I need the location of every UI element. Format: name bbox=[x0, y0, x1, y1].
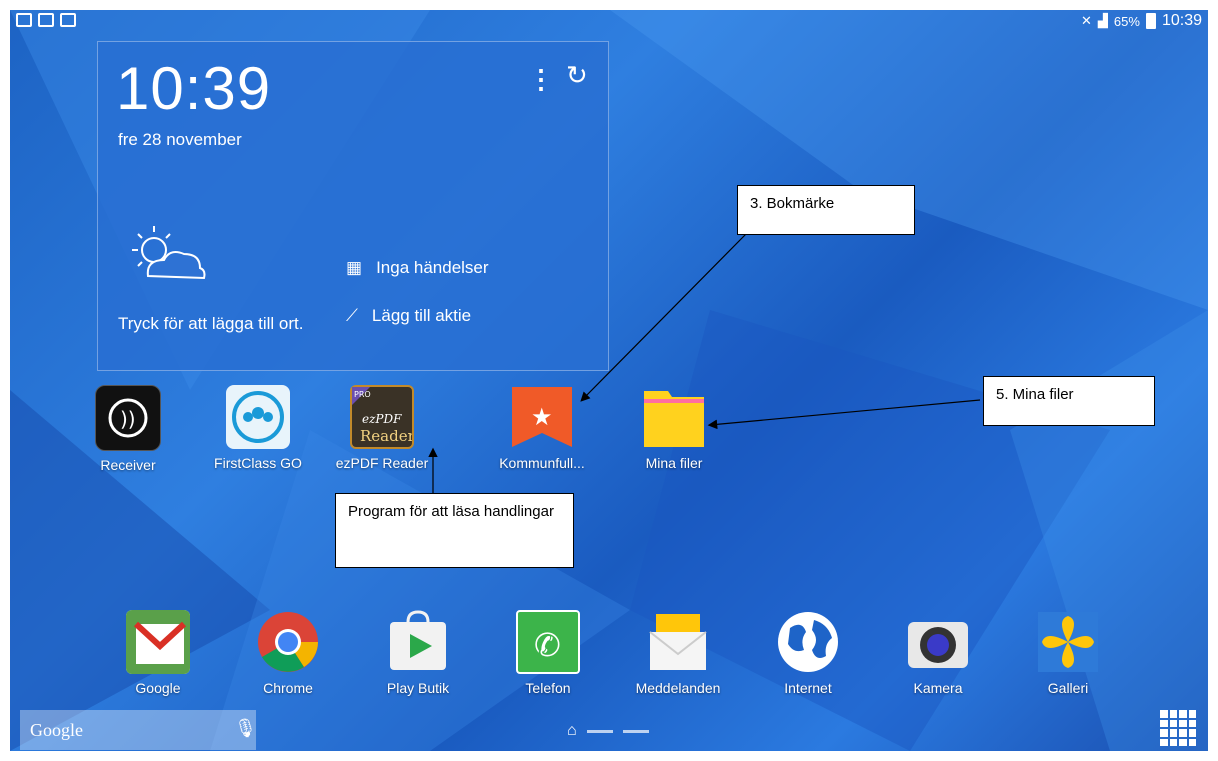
gmail-icon bbox=[126, 610, 190, 674]
dock-chrome[interactable]: Chrome bbox=[240, 610, 336, 696]
google-search-bar[interactable]: Google 🎙 bbox=[20, 710, 257, 750]
messages-icon bbox=[646, 610, 710, 674]
home-icon[interactable]: ⌂ bbox=[567, 722, 577, 740]
apps-grid-icon[interactable] bbox=[1160, 710, 1196, 746]
phone-icon: ✆ bbox=[516, 610, 580, 674]
page-dot[interactable] bbox=[622, 729, 649, 733]
dock-telefon[interactable]: ✆ Telefon bbox=[500, 610, 596, 696]
dock-meddelanden[interactable]: Meddelanden bbox=[630, 610, 726, 696]
page-dot[interactable] bbox=[586, 729, 613, 733]
camera-icon bbox=[906, 610, 970, 674]
page-indicator[interactable]: ⌂ bbox=[567, 722, 649, 740]
callout-bookmark: 3. Bokmärke bbox=[737, 185, 915, 235]
home-screen: ✕ ▟ 65% 10:39 10:39 fre 28 november ⋮ ↻ … bbox=[10, 10, 1208, 751]
callout-reader: Program för att läsa handlingar bbox=[335, 493, 574, 568]
callout-files: 5. Mina filer bbox=[983, 376, 1155, 426]
dock-google[interactable]: Google bbox=[110, 610, 206, 696]
gallery-icon bbox=[1036, 610, 1100, 674]
dock-internet[interactable]: Internet bbox=[760, 610, 856, 696]
play-store-icon bbox=[386, 610, 450, 674]
globe-icon bbox=[776, 610, 840, 674]
dock-kamera[interactable]: Kamera bbox=[890, 610, 986, 696]
google-logo: Google bbox=[30, 720, 83, 740]
dock-play-butik[interactable]: Play Butik bbox=[370, 610, 466, 696]
svg-text:✆: ✆ bbox=[534, 626, 561, 664]
microphone-icon[interactable]: 🎙 bbox=[234, 718, 257, 739]
dock-galleri[interactable]: Galleri bbox=[1020, 610, 1116, 696]
chrome-icon bbox=[256, 610, 320, 674]
